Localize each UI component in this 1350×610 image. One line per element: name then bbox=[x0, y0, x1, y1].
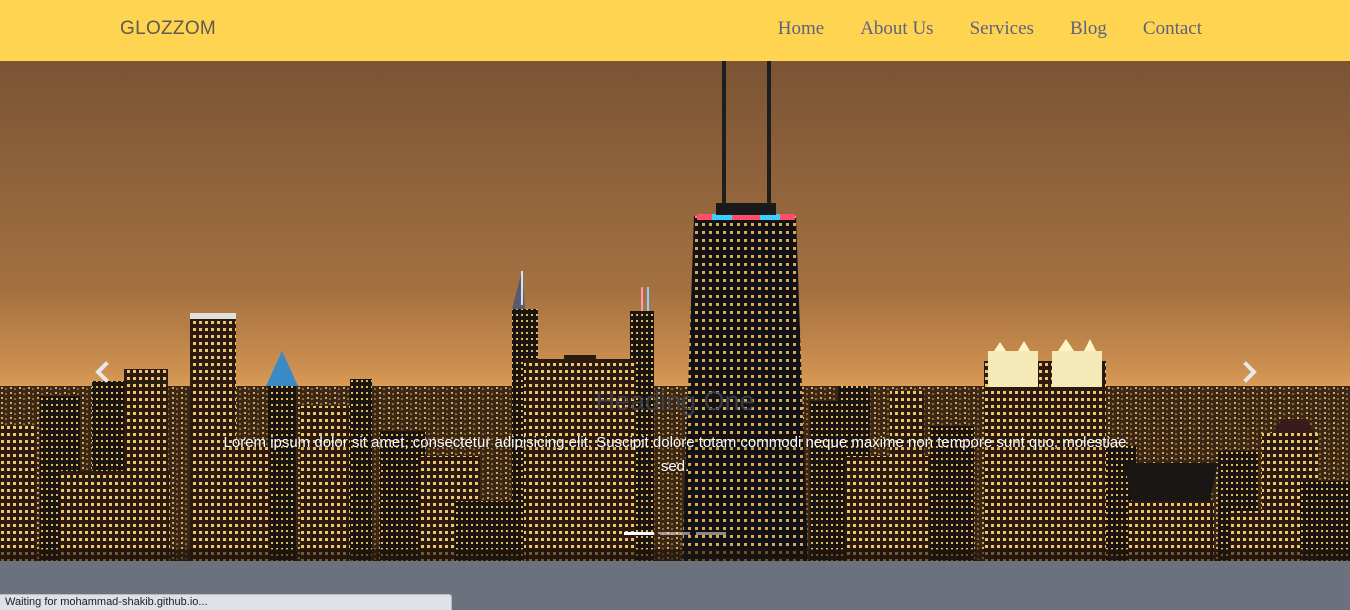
nav-link-home[interactable]: Home bbox=[778, 18, 824, 40]
slide-heading: Heading One bbox=[595, 386, 755, 416]
slide-text: Lorem ipsum dolor sit amet, consectetur … bbox=[223, 434, 1127, 475]
nav-links: Home About Us Services Blog Contact bbox=[778, 18, 1202, 40]
carousel-indicator-2[interactable] bbox=[660, 532, 690, 535]
brand-logo[interactable]: GLOZZOM bbox=[120, 18, 216, 40]
nav-link-blog[interactable]: Blog bbox=[1070, 18, 1107, 40]
carousel-next-button[interactable] bbox=[1234, 357, 1264, 387]
carousel-indicator-1[interactable] bbox=[624, 532, 654, 535]
nav-link-contact[interactable]: Contact bbox=[1143, 18, 1202, 40]
chevron-left-icon bbox=[95, 361, 109, 383]
hero-carousel: Heading One Lorem ipsum dolor sit amet, … bbox=[0, 61, 1350, 561]
carousel-prev-button[interactable] bbox=[88, 357, 118, 387]
carousel-indicators bbox=[624, 532, 726, 535]
navbar: GLOZZOM Home About Us Services Blog Cont… bbox=[0, 0, 1350, 61]
chevron-right-icon bbox=[1243, 361, 1257, 383]
nav-link-about-us[interactable]: About Us bbox=[860, 18, 933, 40]
nav-link-services[interactable]: Services bbox=[970, 18, 1034, 40]
carousel-indicator-3[interactable] bbox=[696, 532, 726, 535]
city-skyline-image bbox=[0, 61, 1350, 561]
